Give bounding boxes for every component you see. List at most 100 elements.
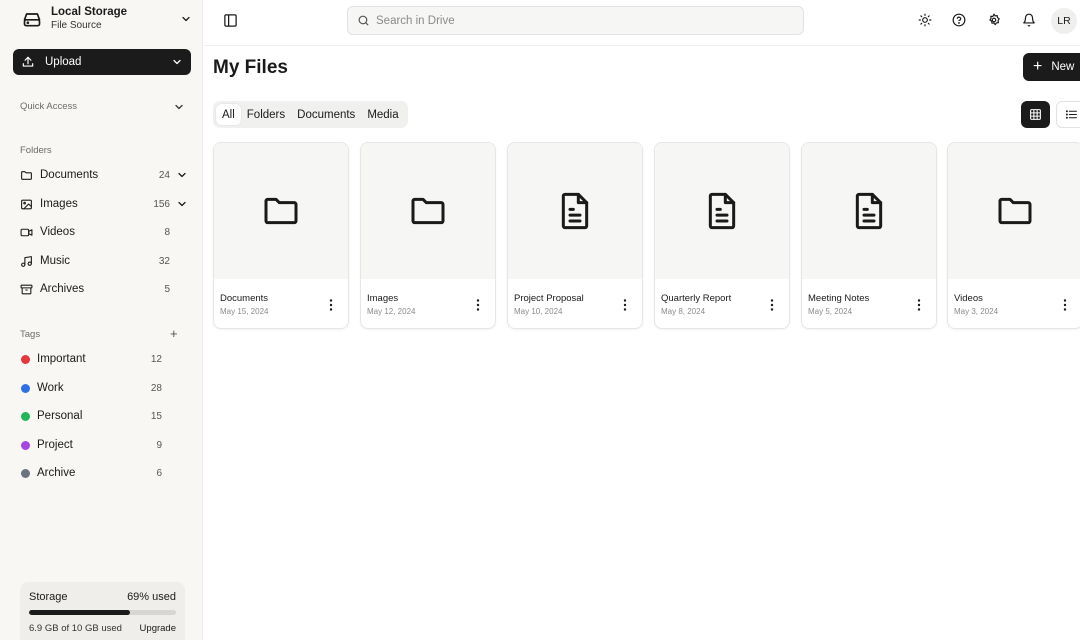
file-source-selector[interactable]: Local Storage File Source bbox=[22, 4, 192, 34]
tag-color-dot bbox=[21, 468, 30, 478]
sidebar-item-label: Images bbox=[40, 198, 78, 210]
search-icon bbox=[358, 15, 369, 26]
new-button[interactable]: + New bbox=[1023, 53, 1080, 81]
more-options-icon[interactable] bbox=[328, 298, 334, 312]
file-name: Meeting Notes bbox=[808, 293, 870, 304]
sidebar-item-label: Archives bbox=[40, 283, 85, 295]
tag-count: 9 bbox=[156, 439, 162, 451]
more-options-icon[interactable] bbox=[622, 298, 628, 312]
tab-media[interactable]: Media bbox=[361, 104, 404, 125]
sidebar-item-label: Videos bbox=[40, 226, 75, 238]
page-title: My Files bbox=[213, 57, 288, 78]
tag-work[interactable]: Work 28 bbox=[20, 378, 188, 398]
sidebar-item-music[interactable]: Music 32 bbox=[20, 251, 188, 271]
file-thumbnail bbox=[361, 143, 495, 279]
document-icon bbox=[561, 192, 589, 230]
item-count: 8 bbox=[164, 226, 170, 238]
grid-view-button[interactable] bbox=[1021, 101, 1050, 128]
tag-label: Personal bbox=[37, 410, 83, 422]
storage-progress-fill bbox=[29, 610, 131, 615]
file-name: Videos bbox=[954, 293, 983, 304]
tags-heading: Tags bbox=[20, 329, 41, 340]
file-date: May 12, 2024 bbox=[367, 307, 416, 316]
sidebar-item-label: Documents bbox=[40, 169, 99, 181]
grid-icon bbox=[1030, 109, 1041, 120]
sun-icon[interactable] bbox=[918, 13, 932, 27]
file-thumbnail bbox=[214, 143, 348, 279]
archive-icon bbox=[20, 284, 33, 294]
sidebar-item-videos[interactable]: Videos 8 bbox=[20, 222, 188, 242]
more-options-icon[interactable] bbox=[1062, 298, 1068, 312]
gear-icon[interactable] bbox=[987, 13, 1001, 27]
tag-personal[interactable]: Personal 15 bbox=[20, 406, 188, 426]
sidebar-item-images[interactable]: Images 156 bbox=[20, 194, 188, 214]
storage-percent: 69% used bbox=[127, 591, 176, 603]
file-card-documents[interactable]: Documents May 15, 2024 bbox=[213, 142, 349, 329]
item-count: 5 bbox=[164, 283, 170, 295]
storage-detail: 6.9 GB of 10 GB used bbox=[29, 623, 122, 634]
file-name: Documents bbox=[220, 293, 269, 304]
file-thumbnail bbox=[802, 143, 936, 279]
image-icon bbox=[21, 199, 32, 209]
tag-color-dot bbox=[21, 411, 30, 421]
file-date: May 10, 2024 bbox=[514, 307, 563, 316]
chevron-down-icon[interactable] bbox=[176, 169, 188, 181]
item-count: 32 bbox=[158, 255, 170, 267]
file-card-videos[interactable]: Videos May 3, 2024 bbox=[947, 142, 1080, 329]
more-options-icon[interactable] bbox=[769, 298, 775, 312]
file-card-quarterly-report[interactable]: Quarterly Report May 8, 2024 bbox=[654, 142, 790, 329]
avatar[interactable]: LR bbox=[1051, 8, 1077, 34]
bell-icon[interactable] bbox=[1022, 13, 1036, 27]
upload-label: Upload bbox=[45, 56, 82, 68]
sidebar-toggle-icon[interactable] bbox=[223, 13, 238, 28]
tab-documents[interactable]: Documents bbox=[291, 104, 361, 125]
quick-access-heading[interactable]: Quick Access bbox=[20, 101, 77, 112]
tab-folders[interactable]: Folders bbox=[241, 104, 291, 125]
storage-label: Storage bbox=[29, 591, 68, 603]
tag-count: 15 bbox=[150, 410, 162, 422]
file-card-images[interactable]: Images May 12, 2024 bbox=[360, 142, 496, 329]
file-thumbnail bbox=[508, 143, 642, 279]
sidebar-item-label: Music bbox=[40, 255, 71, 267]
chevron-down-icon[interactable] bbox=[173, 101, 185, 113]
sidebar: Local Storage File Source Upload Quick A… bbox=[0, 0, 203, 640]
source-subtitle: File Source bbox=[51, 19, 102, 31]
filter-tabs: All Folders Documents Media bbox=[213, 101, 408, 128]
search-bar[interactable] bbox=[347, 6, 804, 35]
item-count: 24 bbox=[158, 169, 170, 181]
sidebar-item-archives[interactable]: Archives 5 bbox=[20, 279, 188, 299]
tag-important[interactable]: Important 12 bbox=[20, 349, 188, 369]
tab-all[interactable]: All bbox=[216, 104, 241, 125]
file-thumbnail bbox=[948, 143, 1080, 279]
folder-icon bbox=[998, 197, 1032, 225]
more-options-icon[interactable] bbox=[916, 298, 922, 312]
more-options-icon[interactable] bbox=[475, 298, 481, 312]
storage-widget: Storage 69% used 6.9 GB of 10 GB used Up… bbox=[20, 582, 185, 640]
chevron-down-icon bbox=[173, 59, 181, 65]
file-name: Quarterly Report bbox=[661, 293, 732, 304]
tag-color-dot bbox=[21, 383, 30, 393]
help-icon[interactable] bbox=[952, 13, 966, 27]
new-button-label: New bbox=[1051, 61, 1075, 73]
chevron-down-icon[interactable] bbox=[176, 198, 188, 210]
upload-button[interactable]: Upload bbox=[13, 49, 191, 75]
tag-count: 12 bbox=[150, 353, 162, 365]
file-date: May 5, 2024 bbox=[808, 307, 853, 316]
folder-icon bbox=[411, 197, 445, 225]
document-icon bbox=[855, 192, 883, 230]
upgrade-link[interactable]: Upgrade bbox=[140, 623, 176, 634]
add-tag-button[interactable]: + bbox=[170, 327, 178, 340]
sidebar-item-documents[interactable]: Documents 24 bbox=[20, 165, 188, 185]
file-card-meeting-notes[interactable]: Meeting Notes May 5, 2024 bbox=[801, 142, 937, 329]
tag-label: Archive bbox=[37, 467, 76, 479]
tag-archive[interactable]: Archive 6 bbox=[20, 463, 188, 483]
tag-label: Project bbox=[37, 439, 73, 451]
search-input[interactable] bbox=[376, 14, 803, 27]
list-view-button[interactable] bbox=[1056, 101, 1080, 128]
tag-project[interactable]: Project 9 bbox=[20, 435, 188, 455]
tag-count: 28 bbox=[150, 382, 162, 394]
folder-icon bbox=[264, 197, 298, 225]
file-card-project-proposal[interactable]: Project Proposal May 10, 2024 bbox=[507, 142, 643, 329]
tag-label: Work bbox=[37, 382, 64, 394]
file-date: May 15, 2024 bbox=[220, 307, 269, 316]
